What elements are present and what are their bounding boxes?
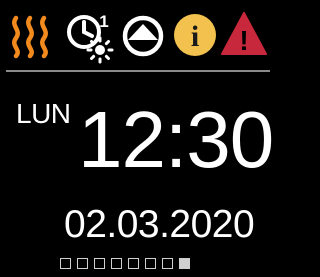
display-screen: 1 i ! LUN 12:30 02.03.2020 xyxy=(0,0,274,277)
status-bar: 1 i ! xyxy=(0,0,274,68)
page-dot xyxy=(77,258,88,269)
time-display: 12:30 xyxy=(78,95,274,184)
page-dot xyxy=(128,258,139,269)
date-display: 02.03.2020 xyxy=(64,203,255,246)
timer-icon: 1 xyxy=(67,12,114,64)
info-icon: i xyxy=(174,14,216,56)
status-separator xyxy=(6,70,270,72)
page-dot xyxy=(162,258,173,269)
warning-icon: ! xyxy=(221,12,267,56)
page-dot xyxy=(94,258,105,269)
page-indicator xyxy=(60,258,190,272)
page-dot xyxy=(145,258,156,269)
boiler-icon xyxy=(122,15,164,57)
day-label: LUN xyxy=(16,98,71,129)
page-dot xyxy=(111,258,122,269)
heat-icon xyxy=(12,15,48,59)
page-dot-active xyxy=(179,258,190,269)
warning-glyph: ! xyxy=(239,25,248,56)
page-dot xyxy=(60,258,71,269)
info-glyph: i xyxy=(191,20,199,53)
timer-badge: 1 xyxy=(99,12,108,31)
